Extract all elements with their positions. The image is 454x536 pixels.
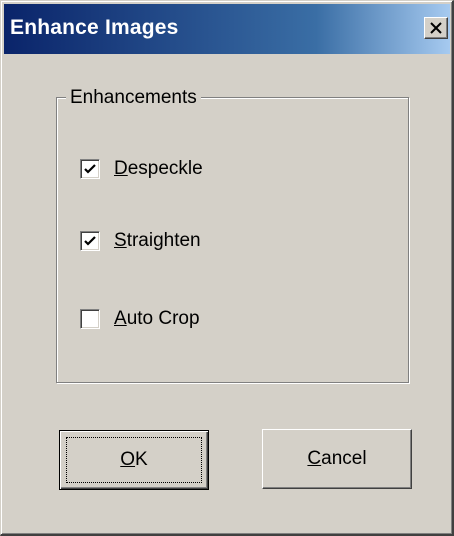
checkmark-icon [84,236,96,246]
cancel-button-label: Cancel [307,448,366,470]
auto-crop-label-rest: uto Crop [126,308,200,329]
straighten-label[interactable]: Straighten [114,230,201,252]
enhancements-group-label: Enhancements [66,87,201,109]
despeckle-checkbox[interactable] [80,159,100,179]
cancel-button[interactable]: Cancel [262,429,412,489]
cancel-label-rest: ancel [321,448,367,469]
auto-crop-checkbox[interactable] [80,309,100,329]
window-title: Enhance Images [10,16,179,39]
auto-crop-mnemonic: A [114,308,127,329]
checkmark-icon [84,164,96,174]
enhance-images-dialog: Enhance Images Enhancements Despeckle St… [0,0,454,536]
auto-crop-option[interactable]: Auto Crop [80,307,200,331]
title-bar[interactable]: Enhance Images [4,4,450,54]
despeckle-label[interactable]: Despeckle [114,158,203,180]
auto-crop-label[interactable]: Auto Crop [114,308,200,330]
despeckle-label-rest: especkle [127,158,203,179]
focus-rectangle [66,437,202,483]
close-icon [430,22,442,34]
despeckle-option[interactable]: Despeckle [80,157,203,181]
straighten-checkbox[interactable] [80,231,100,251]
straighten-label-rest: traighten [126,230,201,251]
close-button[interactable] [424,17,448,39]
straighten-option[interactable]: Straighten [80,229,201,253]
cancel-mnemonic: C [307,448,322,469]
despeckle-mnemonic: D [114,158,128,179]
straighten-mnemonic: S [114,230,127,251]
ok-button[interactable]: OK [59,430,209,490]
